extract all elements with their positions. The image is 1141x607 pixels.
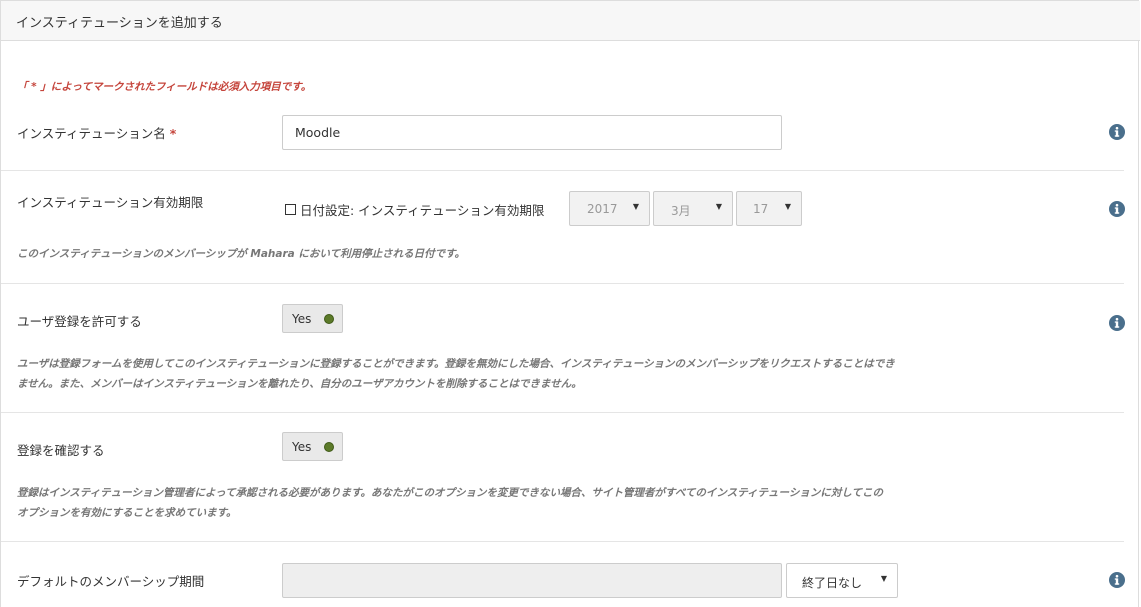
default-membership-period-label: デフォルトのメンバーシップ期間 xyxy=(17,574,205,589)
toggle-on-indicator xyxy=(324,442,334,452)
registration-description-line1: ユーザは登録フォームを使用してこのインスティテューションに登録することができます… xyxy=(17,358,895,370)
divider xyxy=(1,170,1124,171)
info-icon[interactable] xyxy=(1109,315,1125,331)
expiry-day-value: 17 xyxy=(753,202,769,216)
institution-name-label-text: インスティテューション名 xyxy=(17,126,166,141)
expiry-year-value: 2017 xyxy=(587,202,618,216)
caret-down-icon: ▼ xyxy=(784,202,791,211)
caret-down-icon: ▼ xyxy=(880,574,887,583)
expiry-day-select[interactable]: 17 ▼ xyxy=(736,191,802,226)
confirm-description-line1: 登録はインスティテューション管理者によって承認される必要があります。あなたがこの… xyxy=(17,487,884,499)
caret-down-icon: ▼ xyxy=(715,202,722,211)
expiry-month-select[interactable]: 3月 ▼ xyxy=(653,191,733,226)
caret-down-icon: ▼ xyxy=(632,202,639,211)
expiry-month-value: 3月 xyxy=(671,204,691,218)
panel-title: インスティテューションを追加する xyxy=(16,16,223,31)
required-star: * xyxy=(169,126,177,141)
membership-period-value: 終了日なし xyxy=(802,576,863,590)
registration-description: ユーザは登録フォームを使用してこのインスティテューションに登録することができます… xyxy=(17,354,927,394)
confirm-registration-toggle[interactable]: Yes xyxy=(282,432,343,461)
divider xyxy=(1,283,1124,284)
allow-registration-label: ユーザ登録を許可する xyxy=(17,314,142,329)
divider xyxy=(1,412,1124,413)
toggle-on-indicator xyxy=(324,314,334,324)
institution-expiry-label: インスティテューション有効期限 xyxy=(17,195,204,210)
toggle-state-label: Yes xyxy=(292,312,312,326)
divider xyxy=(1,541,1124,542)
membership-period-select[interactable]: 終了日なし ▼ xyxy=(786,563,898,598)
institution-name-input[interactable] xyxy=(282,115,782,150)
membership-period-input xyxy=(282,563,782,598)
registration-description-line2: ません。また、メンバーはインスティテューションを離れたり、自分のユーザアカウント… xyxy=(17,378,582,390)
institution-name-label: インスティテューション名 * xyxy=(17,123,176,142)
confirm-description: 登録はインスティテューション管理者によって承認される必要があります。あなたがこの… xyxy=(17,483,927,523)
info-icon[interactable] xyxy=(1109,124,1125,140)
info-icon[interactable] xyxy=(1109,201,1125,217)
expiry-date-checkbox[interactable] xyxy=(285,204,296,215)
expiry-description: このインスティテューションのメンバーシップが Mahara において利用停止され… xyxy=(17,248,466,260)
toggle-state-label: Yes xyxy=(292,440,312,454)
confirm-registration-label: 登録を確認する xyxy=(17,443,105,458)
expiry-date-checkbox-label: 日付設定: インスティテューション有効期限 xyxy=(300,203,545,218)
confirm-description-line2: オプションを有効にすることを求めています。 xyxy=(17,507,237,519)
allow-registration-toggle[interactable]: Yes xyxy=(282,304,343,333)
add-institution-panel: インスティテューションを追加する 「 * 」によってマークされたフィールドは必須… xyxy=(0,0,1140,607)
expiry-year-select[interactable]: 2017 ▼ xyxy=(569,191,650,226)
panel-header: インスティテューションを追加する xyxy=(1,1,1140,41)
expiry-date-checkbox-row[interactable]: 日付設定: インスティテューション有効期限 xyxy=(285,200,544,219)
info-icon[interactable] xyxy=(1109,572,1125,588)
required-fields-note: 「 * 」によってマークされたフィールドは必須入力項目です。 xyxy=(17,81,312,93)
